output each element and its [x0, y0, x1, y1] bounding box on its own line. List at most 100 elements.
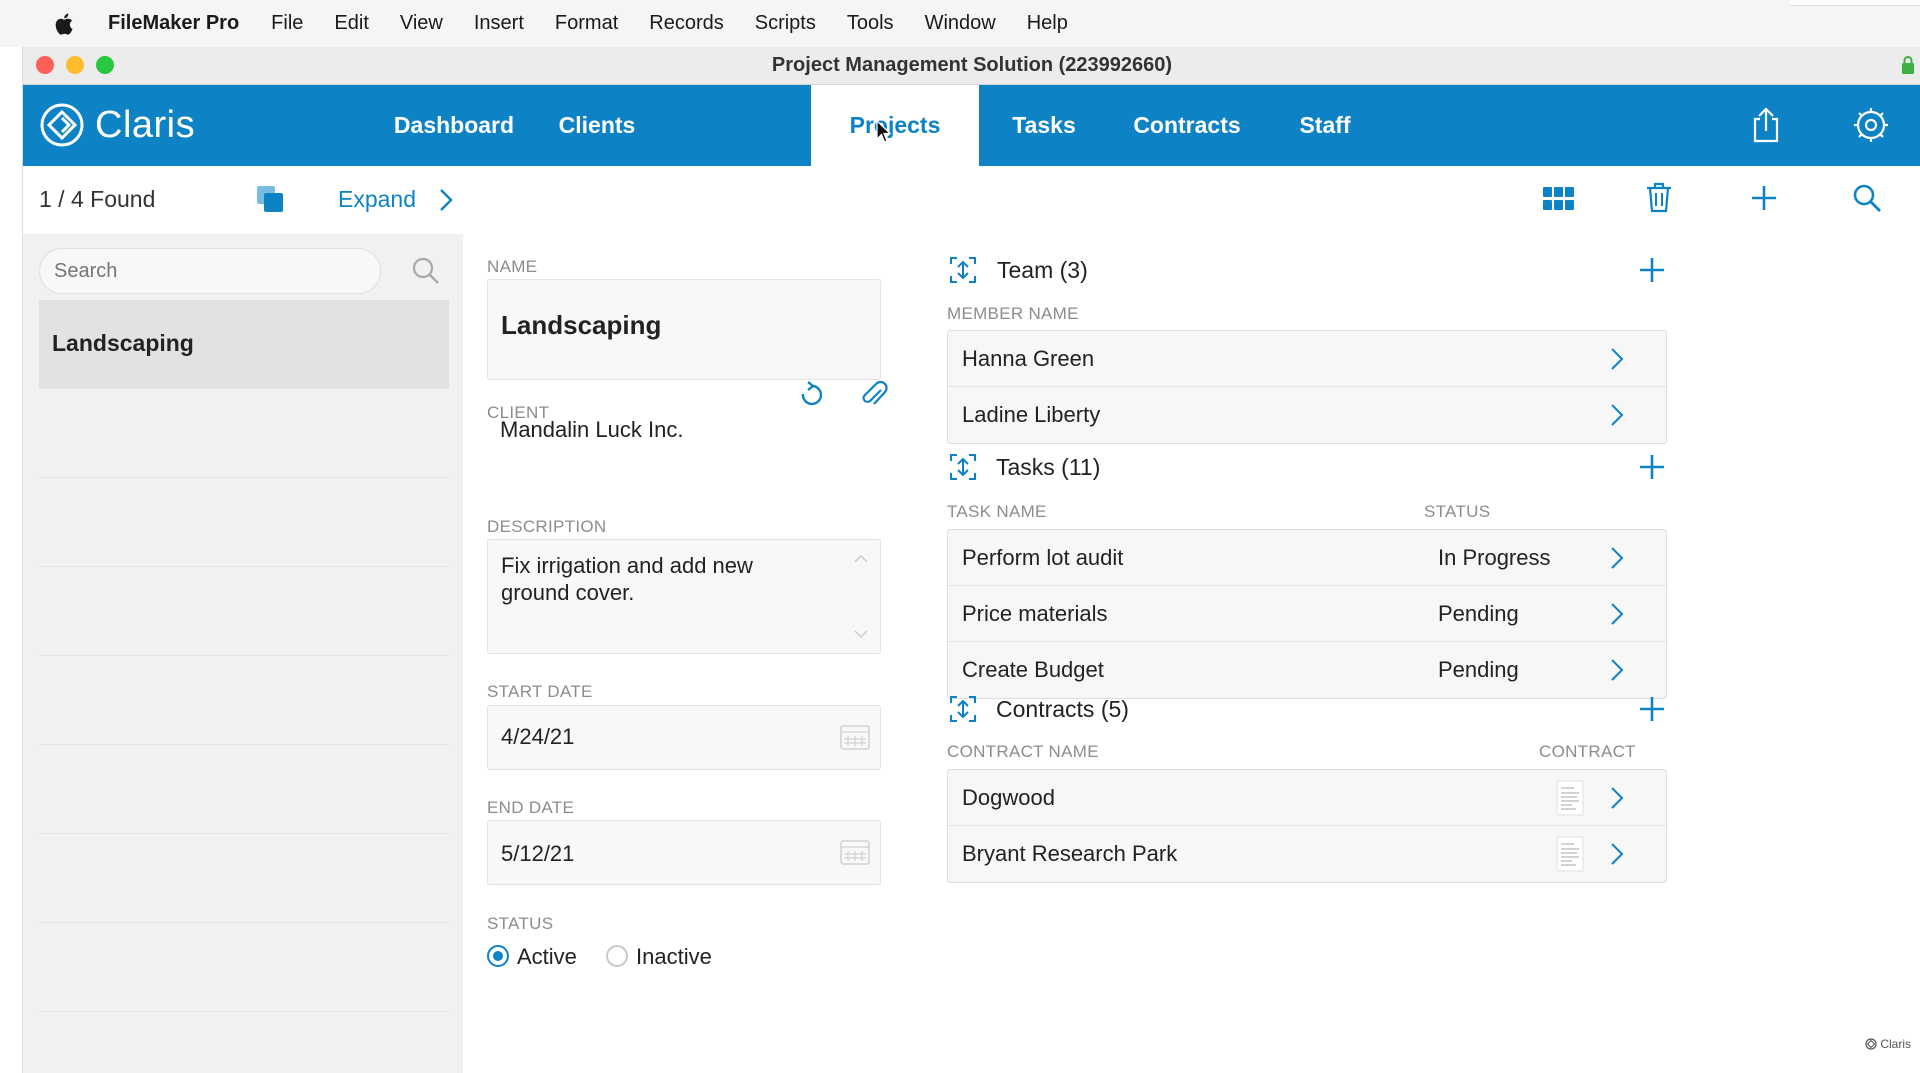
- task-status: Pending: [1438, 657, 1519, 682]
- tab-label: Projects: [849, 112, 941, 138]
- window-title: Project Management Solution (223992660): [771, 54, 1173, 76]
- add-contract-plus-icon[interactable]: [1638, 695, 1666, 723]
- nav-bar: Claris Dashboard Clients Projects Tasks …: [23, 85, 1920, 166]
- menu-scripts[interactable]: Scripts: [755, 12, 816, 35]
- menu-app-name[interactable]: FileMaker Pro: [108, 12, 239, 35]
- chevron-right-icon[interactable]: [1610, 602, 1624, 626]
- list-search-input[interactable]: [39, 248, 381, 294]
- status-active-radio[interactable]: [487, 945, 509, 967]
- description-field[interactable]: Fix irrigation and add new ground cover.: [487, 539, 881, 654]
- member-name: Hanna Green: [962, 346, 1095, 371]
- chevron-right-icon[interactable]: [1610, 786, 1624, 810]
- menu-insert[interactable]: Insert: [474, 12, 524, 35]
- menu-format[interactable]: Format: [555, 12, 618, 35]
- table-row[interactable]: Hanna Green: [948, 331, 1666, 387]
- description-label: DESCRIPTION: [487, 517, 607, 536]
- trash-icon[interactable]: [1644, 181, 1674, 213]
- client-value[interactable]: Mandalin Luck Inc.: [500, 417, 683, 443]
- chevron-right-icon[interactable]: [1610, 842, 1624, 866]
- start-date-field[interactable]: 4/24/21: [487, 705, 881, 770]
- table-row[interactable]: Bryant Research Park: [948, 826, 1666, 882]
- menu-bar: FileMaker Pro File Edit View Insert Form…: [0, 0, 1920, 47]
- record-list-panel: Landscaping: [23, 234, 463, 1073]
- chevron-right-icon[interactable]: [1610, 546, 1624, 570]
- table-row[interactable]: Perform lot audit In Progress: [948, 530, 1666, 586]
- menu-edit[interactable]: Edit: [334, 12, 368, 35]
- add-team-member-plus-icon[interactable]: [1638, 256, 1666, 284]
- status-inactive-label[interactable]: Inactive: [636, 944, 712, 970]
- window-close-button[interactable]: [36, 56, 54, 74]
- document-thumbnail-icon[interactable]: [1556, 836, 1584, 872]
- tab-dashboard[interactable]: Dashboard: [375, 85, 533, 166]
- chevron-right-icon[interactable]: [438, 188, 454, 212]
- list-row-empty: [39, 745, 449, 834]
- chevron-right-icon[interactable]: [1610, 658, 1624, 682]
- table-row[interactable]: Price materials Pending: [948, 586, 1666, 642]
- tab-clients[interactable]: Clients: [533, 85, 661, 166]
- grid-view-icon[interactable]: [1543, 187, 1575, 211]
- expand-button[interactable]: Expand: [338, 186, 416, 213]
- tab-label: Tasks: [1012, 112, 1076, 138]
- table-row[interactable]: Ladine Liberty: [948, 387, 1666, 443]
- contract-file-column: CONTRACT: [1539, 742, 1636, 761]
- tasks-title: Tasks (11): [996, 454, 1101, 480]
- start-date-value: 4/24/21: [501, 724, 575, 749]
- paperclip-icon[interactable]: [859, 380, 889, 410]
- table-row[interactable]: Dogwood: [948, 770, 1666, 826]
- portal-expand-icon[interactable]: [947, 451, 979, 483]
- brand-name: Claris: [95, 103, 196, 146]
- portal-expand-icon[interactable]: [947, 693, 979, 725]
- project-detail: NAME Landscaping CLIENT Mandalin Luck In…: [463, 234, 1920, 1073]
- add-task-plus-icon[interactable]: [1638, 453, 1666, 481]
- document-thumbnail-icon[interactable]: [1556, 780, 1584, 816]
- menu-help[interactable]: Help: [1027, 12, 1068, 35]
- search-icon[interactable]: [411, 256, 441, 286]
- table-row[interactable]: Create Budget Pending: [948, 642, 1666, 698]
- window-maximize-button[interactable]: [96, 56, 114, 74]
- status-inactive-radio[interactable]: [606, 945, 628, 967]
- lock-icon: [1902, 56, 1914, 74]
- name-field[interactable]: Landscaping: [487, 279, 881, 380]
- end-date-label: END DATE: [487, 798, 575, 817]
- menu-file[interactable]: File: [271, 12, 303, 35]
- task-name: Create Budget: [962, 657, 1104, 682]
- duplicate-icon[interactable]: [255, 184, 285, 214]
- name-value: Landscaping: [501, 310, 662, 340]
- tab-tasks[interactable]: Tasks: [979, 85, 1109, 166]
- found-count: 1 / 4 Found: [39, 186, 156, 212]
- contracts-title: Contracts (5): [996, 696, 1129, 722]
- menu-tools[interactable]: Tools: [847, 12, 894, 35]
- portal-expand-icon[interactable]: [947, 254, 979, 286]
- list-row-empty: [39, 923, 449, 1012]
- list-item[interactable]: Landscaping: [39, 300, 449, 389]
- gear-icon[interactable]: [1851, 105, 1891, 145]
- new-record-plus-icon[interactable]: [1750, 184, 1778, 212]
- calendar-icon[interactable]: [840, 724, 870, 750]
- apple-logo-icon[interactable]: [52, 11, 78, 37]
- calendar-icon[interactable]: [840, 839, 870, 865]
- menu-records[interactable]: Records: [649, 12, 723, 35]
- mouse-cursor-icon: [876, 120, 892, 143]
- menu-window[interactable]: Window: [925, 12, 996, 35]
- share-icon[interactable]: [1746, 105, 1786, 145]
- tab-projects[interactable]: Projects: [811, 85, 979, 166]
- scroll-down-icon[interactable]: [854, 629, 868, 639]
- tasks-portal: Perform lot audit In Progress Price mate…: [947, 529, 1667, 699]
- search-icon[interactable]: [1852, 183, 1882, 213]
- chevron-right-icon[interactable]: [1610, 347, 1624, 371]
- list-row-empty: [39, 834, 449, 923]
- task-status: Pending: [1438, 601, 1519, 626]
- member-name-column: MEMBER NAME: [947, 304, 1079, 323]
- status-active-label[interactable]: Active: [517, 944, 577, 970]
- tab-label: Clients: [558, 112, 636, 138]
- end-date-field[interactable]: 5/12/21: [487, 820, 881, 885]
- tab-staff[interactable]: Staff: [1265, 85, 1385, 166]
- go-to-client-icon[interactable]: [795, 380, 825, 410]
- start-date-label: START DATE: [487, 682, 593, 701]
- scroll-up-icon[interactable]: [854, 554, 868, 564]
- chevron-right-icon[interactable]: [1610, 403, 1624, 427]
- app-window: Project Management Solution (223992660) …: [22, 47, 1920, 1073]
- tab-contracts[interactable]: Contracts: [1109, 85, 1265, 166]
- menu-view[interactable]: View: [400, 12, 443, 35]
- window-minimize-button[interactable]: [66, 56, 84, 74]
